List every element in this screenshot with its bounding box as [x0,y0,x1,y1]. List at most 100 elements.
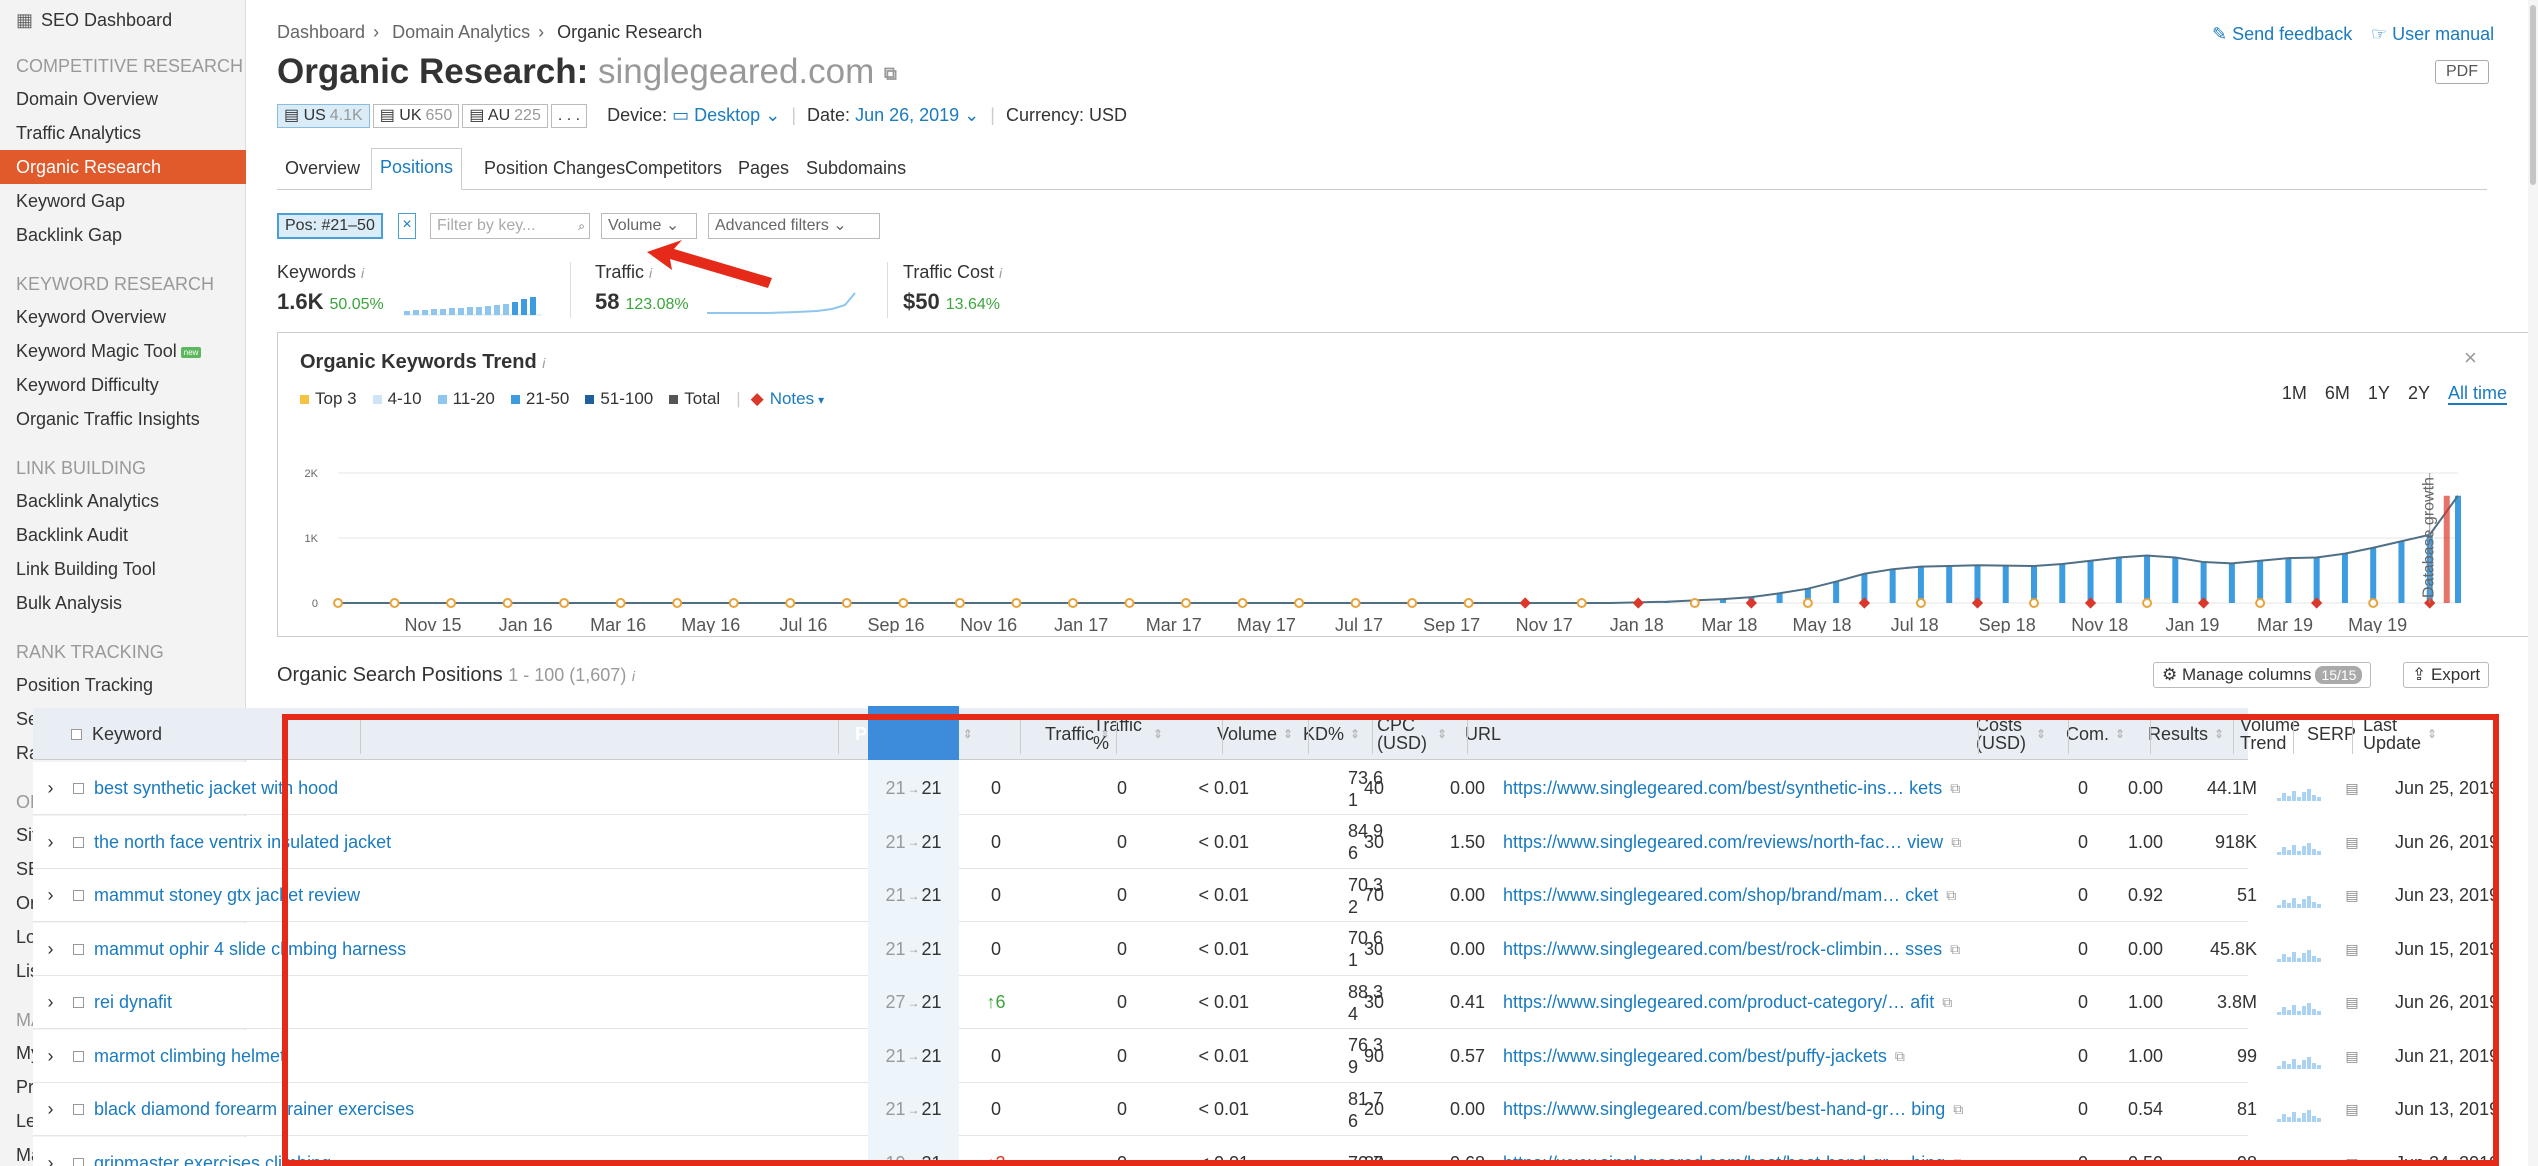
sidebar-item-domain-overview[interactable]: Domain Overview [0,82,246,116]
row-checkbox[interactable] [63,1083,93,1136]
export-button[interactable]: ⇪ Export [2403,662,2490,688]
close-icon[interactable]: × [2464,345,2477,371]
google-update-marker[interactable] [2142,598,2153,608]
advanced-filters[interactable]: Advanced filters ⌄ [708,213,880,239]
google-update-marker[interactable] [1915,598,1926,608]
google-update-marker[interactable] [672,598,683,608]
pdf-button[interactable]: PDF [2435,60,2489,84]
google-update-marker[interactable] [1067,598,1078,608]
domain-name[interactable]: singlegeared.com [598,52,874,91]
google-update-marker[interactable] [502,598,513,608]
sidebar-item-bulk-analysis[interactable]: Bulk Analysis [0,586,246,620]
sidebar-item-organic-research[interactable]: Organic Research [0,150,246,184]
note-marker[interactable] [1858,597,1871,609]
manage-columns-button[interactable]: ⚙ Manage columns 15/15 [2153,662,2372,688]
sidebar-item-link-building-tool[interactable]: Link Building Tool [0,552,246,586]
sidebar-item-position-tracking[interactable]: Position Tracking [0,668,246,702]
google-update-marker[interactable] [1011,598,1022,608]
google-update-marker[interactable] [2368,598,2379,608]
sidebar-item-keyword-overview[interactable]: Keyword Overview [0,300,246,334]
google-update-marker[interactable] [615,598,626,608]
external-link-icon[interactable]: ⧉ [884,63,897,83]
note-marker[interactable] [1745,597,1757,609]
google-update-marker[interactable] [1407,598,1418,608]
row-checkbox[interactable] [63,869,93,922]
tab-overview[interactable]: Overview [277,150,368,190]
row-checkbox[interactable] [63,816,93,869]
sidebar-item-keyword-gap[interactable]: Keyword Gap [0,184,246,218]
note-marker[interactable] [1519,597,1531,609]
scrollbar-thumb[interactable] [2530,5,2536,185]
google-update-marker[interactable] [1237,598,1248,608]
google-update-marker[interactable] [2255,598,2266,608]
db-uk[interactable]: ▤ UK 650 [372,104,460,128]
range-1m[interactable]: 1M [2282,383,2307,403]
legend-4-10[interactable]: 4-10 [372,389,422,408]
google-update-marker[interactable] [1802,598,1813,608]
date-select[interactable]: Jun 26, 2019 ⌄ [855,105,979,125]
google-update-marker[interactable] [1181,598,1191,608]
google-update-marker[interactable] [446,598,457,608]
device-select[interactable]: ▭ Desktop ⌄ [672,105,780,125]
google-update-marker[interactable] [728,598,739,608]
note-marker[interactable] [2311,597,2323,609]
metric-traffic[interactable]: Traffic i 58 123.08% [595,262,689,315]
breadcrumb-dashboard[interactable]: Dashboard [277,22,365,42]
google-update-marker[interactable] [1689,598,1700,608]
keyword-filter-input[interactable]: Filter by key... ⌕ [430,213,590,239]
google-update-marker[interactable] [1576,598,1587,608]
tab-competitors[interactable]: Competitors [617,150,730,190]
google-update-marker[interactable] [1124,598,1135,608]
google-update-marker[interactable] [1350,598,1361,608]
sidebar-item-backlink-analytics[interactable]: Backlink Analytics [0,484,246,518]
sidebar-item-organic-traffic-insights[interactable]: Organic Traffic Insights [0,402,246,436]
google-update-marker[interactable] [333,598,343,608]
google-update-marker[interactable] [785,598,796,608]
legend-top-3[interactable]: Top 3 [300,389,357,408]
metric-traffic-cost[interactable]: Traffic Cost i $50 13.64% [903,262,1002,315]
row-checkbox[interactable] [63,923,93,976]
google-update-marker[interactable] [1294,598,1305,608]
note-marker[interactable] [1971,597,1984,609]
column-header-keyword[interactable]: Keyword [92,708,162,760]
row-checkbox[interactable] [63,1137,93,1166]
sidebar-item-keyword-magic-tool[interactable]: Keyword Magic Tool new [0,334,246,368]
tab-positions[interactable]: Positions [371,148,463,190]
note-marker[interactable] [1632,597,1644,609]
google-update-marker[interactable] [841,598,852,608]
sidebar-item-traffic-analytics[interactable]: Traffic Analytics [0,116,246,150]
send-feedback-link[interactable]: ✎ Send feedback [2212,24,2352,45]
sidebar-item-backlink-audit[interactable]: Backlink Audit [0,518,246,552]
db-us[interactable]: ▤ US 4.1K [277,104,370,128]
google-update-marker[interactable] [559,598,570,608]
user-manual-link[interactable]: ☞ User manual [2371,24,2494,45]
row-checkbox[interactable] [63,762,93,815]
sidebar-item-seo-dashboard[interactable]: ▦ SEO Dashboard [16,10,172,31]
volume-filter[interactable]: Volume ⌄ [601,213,697,239]
legend-11-20[interactable]: 11-20 [437,389,495,408]
note-marker[interactable] [2084,597,2097,609]
position-filter-chip[interactable]: Pos: #21–50 [277,213,383,239]
more-databases-button[interactable]: . . . [550,104,588,128]
legend-21-50[interactable]: 21-50 [510,389,569,408]
breadcrumb-domain-analytics[interactable]: Domain Analytics [392,22,530,42]
google-update-marker[interactable] [2029,598,2039,608]
range-1y[interactable]: 1Y [2368,383,2390,403]
db-au[interactable]: ▤ AU 225 [462,104,548,128]
tab-pages[interactable]: Pages [730,150,797,190]
legend-51-100[interactable]: 51-100 [585,389,653,408]
select-all-checkbox[interactable] [71,708,91,760]
google-update-marker[interactable] [389,598,400,608]
range-6m[interactable]: 6M [2325,383,2350,403]
note-marker[interactable] [2197,597,2210,609]
tab-position-changes[interactable]: Position Changes [476,150,633,190]
row-checkbox[interactable] [63,976,93,1029]
google-update-marker[interactable] [1463,598,1474,608]
row-checkbox[interactable] [63,1030,93,1083]
range-2y[interactable]: 2Y [2408,383,2430,403]
google-update-marker[interactable] [898,598,909,608]
google-update-marker[interactable] [954,598,965,608]
tab-subdomains[interactable]: Subdomains [798,150,914,190]
sidebar-item-backlink-gap[interactable]: Backlink Gap [0,218,246,252]
notes-dropdown[interactable]: Notes [770,389,814,408]
